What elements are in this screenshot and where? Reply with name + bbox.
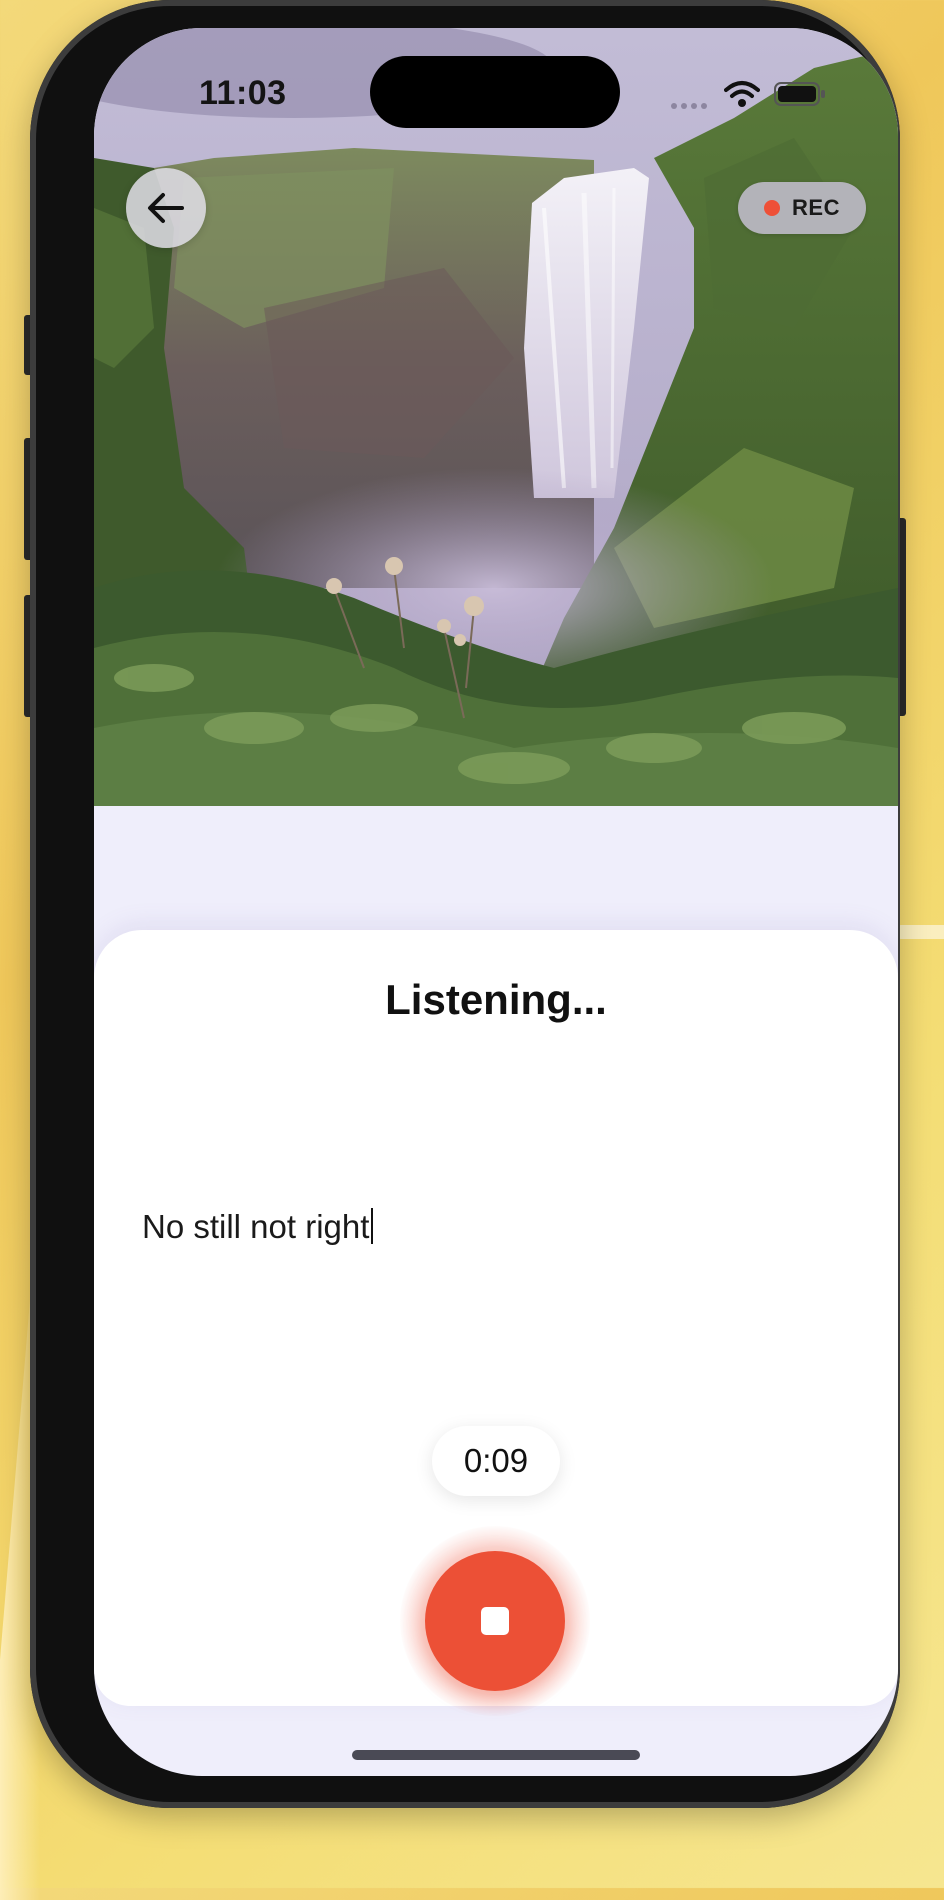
status-bar: 11:03	[94, 28, 898, 128]
back-button[interactable]	[126, 168, 206, 248]
background-sheen	[894, 925, 944, 939]
stop-recording-button[interactable]	[425, 1551, 565, 1691]
battery-icon	[774, 82, 826, 111]
stop-icon	[481, 1607, 509, 1635]
arrow-left-icon	[148, 193, 184, 223]
phone-frame: 11:03 REC Listening... No still not righ…	[30, 0, 900, 1808]
recording-indicator: REC	[738, 182, 866, 234]
text-cursor	[371, 1208, 374, 1244]
wifi-icon	[724, 80, 760, 113]
home-indicator[interactable]	[352, 1750, 640, 1760]
listening-heading: Listening...	[385, 976, 607, 1023]
transcript-text[interactable]: No still not right	[142, 1208, 374, 1246]
dynamic-island	[370, 56, 620, 128]
status-time: 11:03	[199, 74, 287, 112]
recording-timer: 0:09	[432, 1426, 560, 1496]
rec-label: REC	[792, 195, 840, 220]
rec-dot-icon	[764, 200, 781, 216]
transcript-value: No still not right	[142, 1208, 370, 1245]
cellular-signal-icon	[670, 98, 710, 116]
phone-screen: 11:03 REC Listening... No still not righ…	[94, 28, 898, 1776]
waterfall-photo	[94, 28, 898, 806]
